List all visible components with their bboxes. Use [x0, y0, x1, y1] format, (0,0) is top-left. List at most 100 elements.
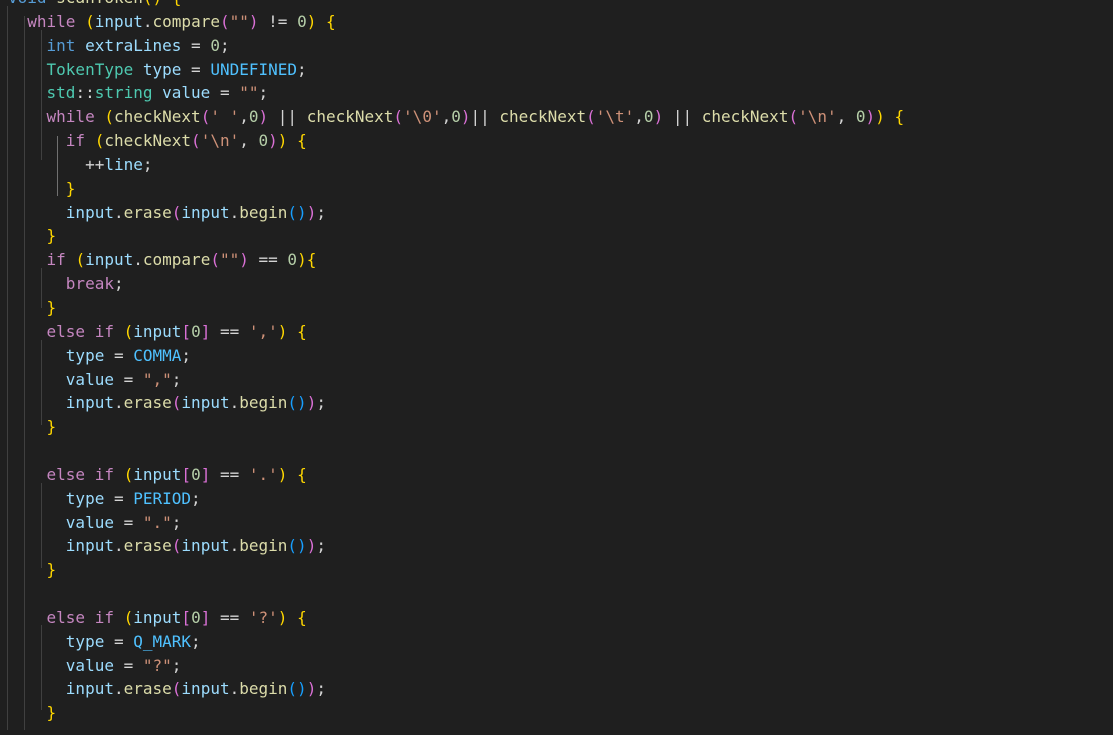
code-line[interactable]: type = PERIOD; — [0, 487, 1113, 511]
code-line[interactable]: input.erase(input.begin()); — [0, 391, 1113, 415]
code-line[interactable]: int extraLines = 0; — [0, 34, 1113, 58]
token-b3: ) — [297, 393, 307, 413]
token-op — [124, 346, 134, 365]
code-line[interactable]: value = "?"; — [0, 654, 1113, 678]
code-line[interactable]: type = Q_MARK; — [0, 630, 1113, 654]
token-op — [124, 632, 134, 651]
token-num: 0 — [191, 464, 201, 484]
token-b1: ) — [277, 464, 288, 484]
token-b1: { — [297, 131, 307, 151]
token-var: input — [181, 393, 230, 413]
code-line[interactable]: value = ","; — [0, 368, 1113, 392]
code-line[interactable]: else if (input[0] == '.') { — [0, 463, 1113, 487]
code-line[interactable]: } — [0, 701, 1113, 725]
code-line[interactable]: ++line; — [0, 153, 1113, 177]
token-op — [47, 0, 57, 7]
token-b2: ) — [865, 107, 876, 127]
token-b3: ( — [287, 393, 298, 413]
token-fn: compare — [152, 11, 220, 31]
token-op: , — [239, 131, 249, 151]
token-op — [133, 513, 143, 532]
token-fn: compare — [142, 250, 211, 270]
token-op: ; — [191, 488, 201, 508]
token-b2: ( — [586, 107, 596, 127]
token-kw: else — [46, 464, 86, 484]
token-num: 0 — [297, 11, 307, 31]
token-str: '\n' — [798, 107, 837, 127]
code-content[interactable]: void scanToken() { while (input.compare(… — [0, 0, 1113, 725]
token-num: 0 — [451, 107, 461, 127]
token-op — [133, 60, 143, 79]
token-b2: ) — [248, 11, 259, 31]
token-op: ; — [258, 83, 269, 103]
token-str: '\0' — [403, 107, 442, 127]
code-line[interactable]: input.erase(input.begin()); — [0, 201, 1113, 225]
token-op — [846, 107, 856, 126]
code-line[interactable]: } — [0, 558, 1113, 582]
token-op — [297, 107, 307, 126]
token-op — [8, 36, 47, 55]
code-line[interactable]: type = COMMA; — [0, 344, 1113, 368]
token-b2: ] — [200, 607, 211, 627]
token-fn: begin — [239, 679, 288, 699]
token-b1: ( — [123, 321, 134, 341]
token-op — [8, 489, 66, 508]
token-b2: ) — [306, 679, 317, 699]
token-b1: { — [325, 11, 336, 31]
token-op: ; — [142, 154, 153, 174]
token-var: input — [85, 250, 134, 270]
code-line[interactable]: } — [0, 177, 1113, 201]
token-b1: ( — [85, 11, 95, 31]
token-op — [210, 465, 220, 484]
token-b2: ) — [268, 131, 278, 151]
code-line[interactable]: else if (input[0] == '?') { — [0, 606, 1113, 630]
code-line[interactable]: break; — [0, 272, 1113, 296]
code-line[interactable]: input.erase(input.begin()); — [0, 677, 1113, 701]
token-b2: ] — [200, 321, 211, 341]
code-line[interactable]: input.erase(input.begin()); — [0, 534, 1113, 558]
code-line[interactable]: value = "."; — [0, 511, 1113, 535]
token-op — [114, 608, 124, 627]
token-op — [8, 346, 66, 365]
token-b2: ( — [219, 11, 230, 31]
token-b2: ( — [788, 107, 799, 127]
token-op — [114, 465, 124, 484]
token-b2: ) — [653, 107, 664, 127]
token-op — [210, 608, 220, 627]
token-var: input — [65, 202, 114, 222]
token-b1: { — [297, 607, 307, 627]
code-line[interactable]: } — [0, 224, 1113, 248]
code-line[interactable]: while (checkNext(' ',0) || checkNext('\0… — [0, 105, 1113, 129]
code-line[interactable]: if (input.compare("") == 0){ — [0, 248, 1113, 272]
token-kw: if — [94, 321, 114, 341]
token-b2: ( — [200, 107, 211, 127]
token-var: value — [65, 512, 114, 532]
token-str: "" — [239, 83, 259, 103]
token-kw: else — [46, 607, 86, 627]
token-op: || — [470, 107, 490, 127]
token-op — [8, 155, 85, 174]
token-op — [8, 203, 66, 222]
code-line[interactable]: TokenType type = UNDEFINED; — [0, 58, 1113, 82]
code-line[interactable] — [0, 582, 1113, 606]
token-str: "," — [142, 369, 172, 389]
token-op — [490, 107, 500, 126]
code-editor[interactable]: void scanToken() { while (input.compare(… — [0, 0, 1113, 735]
token-b3: ( — [287, 202, 298, 222]
code-line[interactable]: else if (input[0] == ',') { — [0, 320, 1113, 344]
token-fn: erase — [123, 536, 172, 556]
token-op: ; — [297, 59, 307, 79]
token-b3: ) — [297, 536, 307, 556]
token-op: == — [258, 250, 278, 270]
code-line[interactable] — [0, 439, 1113, 463]
token-op — [85, 608, 95, 627]
token-fn: begin — [239, 202, 288, 222]
code-line[interactable]: void scanToken() { — [0, 0, 1113, 10]
code-line[interactable]: while (input.compare("") != 0) { — [0, 10, 1113, 34]
code-line[interactable]: } — [0, 415, 1113, 439]
token-type: void — [8, 0, 47, 7]
code-line[interactable]: } — [0, 296, 1113, 320]
code-line[interactable]: if (checkNext('\n', 0)) { — [0, 129, 1113, 153]
token-op — [8, 298, 47, 317]
code-line[interactable]: std::string value = ""; — [0, 81, 1113, 105]
